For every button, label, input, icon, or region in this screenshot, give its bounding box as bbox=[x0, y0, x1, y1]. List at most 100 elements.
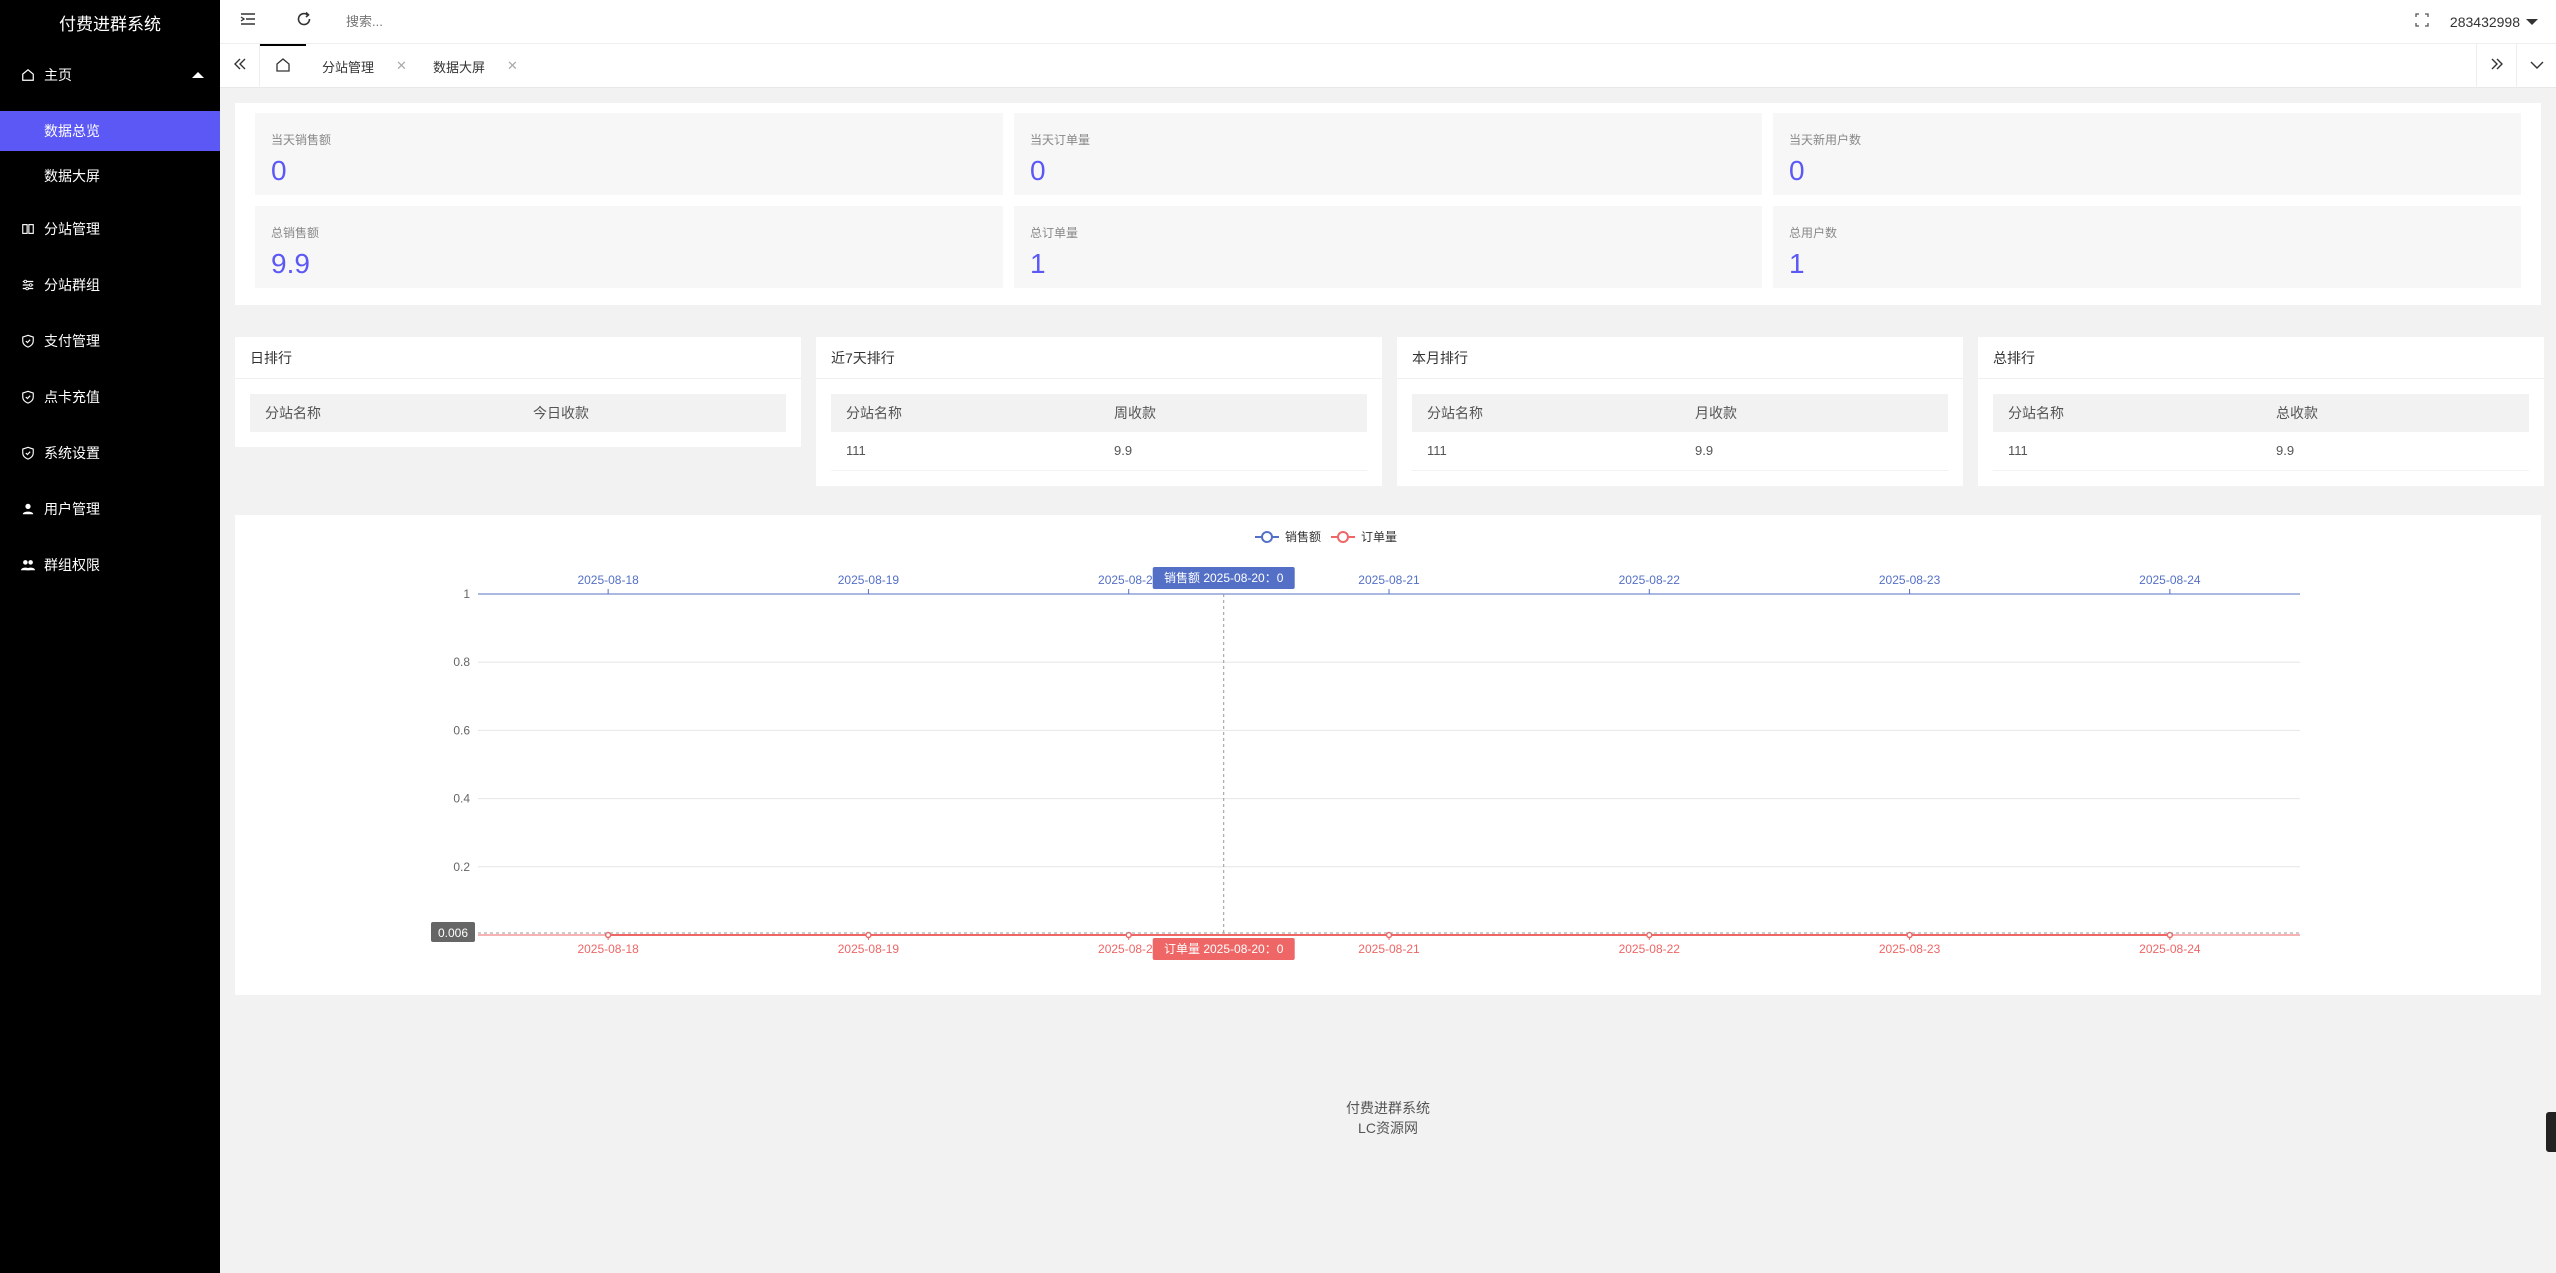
legend-marker-orders-dot bbox=[1337, 531, 1349, 543]
table-row: 111 9.9 bbox=[1412, 432, 1948, 471]
chevron-up-icon bbox=[192, 72, 204, 78]
stat-label: 当天订单量 bbox=[1030, 133, 1091, 147]
table-row: 111 9.9 bbox=[831, 432, 1367, 471]
brand-title: 付费进群系统 bbox=[59, 14, 161, 34]
sidebar-item-label: 主页 bbox=[44, 67, 72, 83]
fullscreen-icon bbox=[2415, 12, 2429, 32]
tab-substation-management[interactable]: 分站管理 ✕ bbox=[322, 44, 407, 88]
sidebar-subitem-label: 数据总览 bbox=[44, 123, 100, 139]
stat-total-sales: 总销售额 9.9 bbox=[255, 206, 1003, 288]
sidebar-item-home[interactable]: 主页 bbox=[0, 44, 220, 106]
table-cell: 111 bbox=[831, 432, 1099, 471]
table-cell: 9.9 bbox=[2261, 432, 2529, 471]
stat-label: 当天销售额 bbox=[271, 133, 332, 147]
fullscreen-button[interactable] bbox=[2394, 0, 2450, 44]
x-tick-label-top: 2025-08-19 bbox=[838, 573, 900, 587]
sidebar-item-card-recharge[interactable]: 点卡充值 bbox=[0, 369, 220, 425]
x-tick-label-top: 2025-08-20 bbox=[1098, 573, 1160, 587]
rank-table: 分站名称 月收款 111 9.9 bbox=[1412, 394, 1948, 471]
table-cell: 9.9 bbox=[1680, 432, 1948, 471]
stat-today-new-users: 当天新用户数 0 bbox=[1773, 113, 2521, 195]
x-tick-label-top: 2025-08-23 bbox=[1879, 573, 1941, 587]
x-tick-label-bottom: 2025-08-24 bbox=[2139, 942, 2201, 956]
double-chevron-left-icon bbox=[233, 57, 247, 76]
x-tick-label-top: 2025-08-24 bbox=[2139, 573, 2201, 587]
stat-value: 1 bbox=[1789, 248, 1805, 279]
sidebar-item-system-settings[interactable]: 系统设置 bbox=[0, 425, 220, 481]
sidebar-item-group-permissions[interactable]: 群组权限 bbox=[0, 537, 220, 593]
sidebar-item-payment-management[interactable]: 支付管理 bbox=[0, 313, 220, 369]
table-row: 111 9.9 bbox=[1993, 432, 2529, 471]
footer-line-1: 付费进群系统 bbox=[1346, 1100, 1430, 1116]
y-tick-label: 0.8 bbox=[453, 655, 470, 669]
tab-bar: 分站管理 ✕ 数据大屏 ✕ bbox=[220, 44, 2556, 88]
columns-icon bbox=[20, 221, 36, 237]
chart-card: 销售额 订单量 1 0.8 0.6 0.4 0.2 2025-08-18 2025-08-18 2… bbox=[235, 515, 2541, 995]
caret-down-icon bbox=[2526, 19, 2538, 25]
search-input[interactable] bbox=[346, 14, 746, 29]
tab-home[interactable] bbox=[260, 44, 306, 88]
column-header: 分站名称 bbox=[1412, 394, 1680, 432]
x-tick-label-bottom: 2025-08-23 bbox=[1879, 942, 1941, 956]
column-header: 总收款 bbox=[2261, 394, 2529, 432]
stat-value: 0 bbox=[1789, 155, 1805, 186]
rank-card-daily: 日排行 分站名称 今日收款 bbox=[235, 337, 801, 447]
header-right: 283432998 bbox=[2394, 0, 2556, 44]
y-tick-label: 0.4 bbox=[453, 792, 470, 806]
close-icon[interactable]: ✕ bbox=[507, 58, 518, 74]
sliders-icon bbox=[20, 277, 36, 293]
user-menu[interactable]: 283432998 bbox=[2450, 14, 2538, 30]
x-tick-label-bottom: 2025-08-20 bbox=[1098, 942, 1160, 956]
column-header: 月收款 bbox=[1680, 394, 1948, 432]
sidebar-subitem-data-overview[interactable]: 数据总览 bbox=[0, 111, 220, 151]
column-header: 今日收款 bbox=[518, 394, 786, 432]
x-tick-label-top: 2025-08-22 bbox=[1619, 573, 1681, 587]
x-tick-label-top: 2025-08-21 bbox=[1358, 573, 1420, 587]
sidebar-item-user-management[interactable]: 用户管理 bbox=[0, 481, 220, 537]
tab-scroll-left-button[interactable] bbox=[220, 44, 260, 88]
rank-card-title: 近7天排行 bbox=[816, 337, 1382, 379]
side-panel-handle[interactable] bbox=[2546, 1112, 2556, 1152]
username: 283432998 bbox=[2449, 14, 2520, 30]
sidebar-item-label: 点卡充值 bbox=[44, 389, 100, 405]
legend-label-orders: 订单量 bbox=[1361, 530, 1397, 544]
table-cell: 111 bbox=[1993, 432, 2261, 471]
stat-label: 总订单量 bbox=[1030, 226, 1079, 240]
tab-data-screen[interactable]: 数据大屏 ✕ bbox=[433, 44, 518, 88]
stat-today-sales: 当天销售额 0 bbox=[255, 113, 1003, 195]
x-tick-label-bottom: 2025-08-18 bbox=[577, 942, 639, 956]
sidebar-subitem-data-screen[interactable]: 数据大屏 bbox=[0, 156, 220, 196]
column-header: 分站名称 bbox=[250, 394, 518, 432]
shield-check-icon bbox=[20, 389, 36, 405]
tooltip-top-label: 销售额 2025-08-20：0 bbox=[1164, 570, 1284, 585]
refresh-button[interactable] bbox=[276, 0, 332, 44]
x-tick-label-bottom: 2025-08-19 bbox=[838, 942, 900, 956]
column-header: 分站名称 bbox=[1993, 394, 2261, 432]
column-header: 周收款 bbox=[1099, 394, 1367, 432]
tab-scroll-right-button[interactable] bbox=[2476, 44, 2516, 88]
rank-card-monthly: 本月排行 分站名称 月收款 111 9.9 bbox=[1397, 337, 1963, 486]
sidebar-item-substation-groups[interactable]: 分站群组 bbox=[0, 257, 220, 313]
tooltip-bottom-label: 订单量 2025-08-20：0 bbox=[1164, 942, 1284, 956]
table-cell: 9.9 bbox=[1099, 432, 1367, 471]
toggle-sidebar-button[interactable] bbox=[220, 0, 276, 44]
tab-options-button[interactable] bbox=[2516, 44, 2556, 88]
shield-check-icon bbox=[20, 445, 36, 461]
sidebar-item-label: 用户管理 bbox=[44, 501, 100, 517]
x-tick-label-top: 2025-08-18 bbox=[577, 573, 639, 587]
double-chevron-right-icon bbox=[2490, 57, 2504, 76]
stat-value: 1 bbox=[1030, 248, 1046, 279]
sidebar-item-label: 群组权限 bbox=[44, 557, 100, 573]
user-icon bbox=[20, 501, 36, 517]
line-chart[interactable]: 销售额 订单量 1 0.8 0.6 0.4 0.2 2025-08-18 2025-08-18 2… bbox=[235, 515, 2541, 995]
stat-label: 当天新用户数 bbox=[1789, 133, 1862, 147]
stat-total-users: 总用户数 1 bbox=[1773, 206, 2521, 288]
menu-fold-icon bbox=[240, 12, 256, 31]
home-icon bbox=[275, 57, 291, 78]
stat-today-orders: 当天订单量 0 bbox=[1014, 113, 1762, 195]
close-icon[interactable]: ✕ bbox=[396, 58, 407, 74]
stat-label: 总销售额 bbox=[271, 226, 320, 240]
sidebar-item-substation-management[interactable]: 分站管理 bbox=[0, 201, 220, 257]
y-tick-label: 0.6 bbox=[453, 723, 470, 737]
rank-table: 分站名称 周收款 111 9.9 bbox=[831, 394, 1367, 471]
